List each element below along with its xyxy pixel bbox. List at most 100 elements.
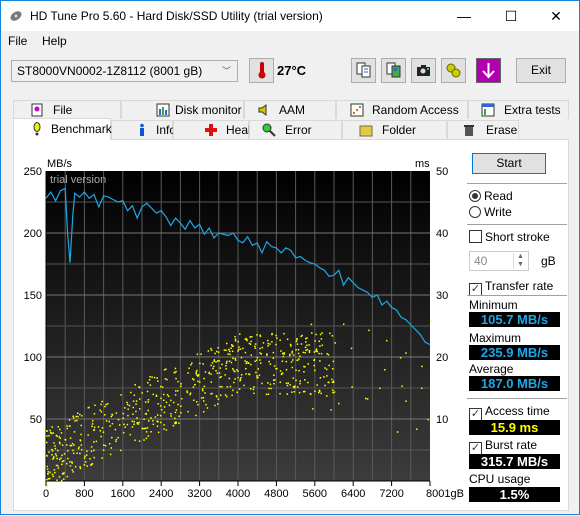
access-time-point	[57, 449, 59, 452]
access-time-point	[245, 367, 247, 370]
access-time-point	[69, 444, 71, 447]
spinner-arrows-icon[interactable]: ▲ ▼	[513, 253, 527, 269]
access-time-point	[316, 384, 318, 386]
start-button[interactable]: Start	[472, 153, 546, 174]
access-time-point	[298, 369, 300, 372]
short-stroke-spinner[interactable]: 40 ▲ ▼	[469, 251, 529, 271]
access-time-point	[51, 473, 54, 476]
access-time-point	[159, 405, 162, 407]
access-time-point	[66, 475, 69, 478]
access-time-point	[93, 413, 96, 415]
access-time-point	[160, 397, 162, 400]
access-time-point	[134, 439, 136, 442]
access-time-point	[267, 382, 269, 384]
access-time-checkbox[interactable]: ✓ Access time	[469, 404, 550, 421]
access-time-point	[134, 383, 137, 386]
access-time-point	[318, 389, 321, 392]
access-time-point	[273, 382, 275, 385]
access-time-point	[286, 338, 289, 340]
access-time-point	[197, 403, 199, 406]
access-time-point	[304, 366, 306, 368]
access-time-point	[58, 441, 61, 444]
access-time-point	[259, 347, 261, 350]
access-time-point	[59, 428, 61, 431]
access-time-point	[292, 359, 294, 361]
access-time-point	[174, 394, 177, 396]
access-time-point	[176, 390, 179, 392]
access-time-point	[248, 362, 250, 364]
access-time-point	[281, 360, 284, 362]
access-time-point	[319, 360, 321, 362]
tab-benchmark[interactable]: Benchmark	[13, 118, 112, 140]
access-time-point	[240, 374, 243, 376]
access-time-point	[65, 444, 68, 446]
access-time-point	[311, 332, 313, 334]
access-time-point	[230, 347, 232, 350]
access-time-point	[302, 351, 305, 354]
access-time-point	[232, 345, 234, 348]
access-time-point	[60, 457, 62, 459]
access-time-point	[213, 359, 216, 361]
access-time-point	[180, 411, 182, 414]
access-time-point	[77, 415, 79, 418]
access-time-point	[292, 354, 295, 356]
access-time-point	[143, 439, 145, 441]
access-time-point	[139, 408, 141, 410]
transfer-rate-checkbox[interactable]: ✓ Transfer rate	[469, 279, 553, 296]
access-time-point	[296, 386, 299, 388]
access-time-point	[267, 393, 270, 395]
access-time-point	[159, 414, 162, 417]
access-time-point	[57, 467, 60, 469]
access-time-point	[90, 450, 93, 453]
access-time-point	[275, 343, 277, 346]
access-time-point	[227, 353, 229, 355]
access-time-point	[385, 339, 388, 342]
access-time-point	[420, 387, 423, 390]
access-time-point	[202, 363, 204, 365]
access-time-point	[429, 320, 432, 323]
access-time-point	[208, 371, 211, 374]
access-time-point	[97, 426, 100, 428]
access-time-point	[276, 337, 278, 339]
access-time-point	[248, 373, 251, 376]
x-tick-label: 2400	[149, 488, 173, 500]
access-time-point	[110, 415, 113, 418]
y-tick-label: 200	[24, 228, 42, 240]
access-time-point	[315, 349, 318, 352]
access-time-point	[281, 372, 284, 374]
access-time-point	[162, 399, 165, 402]
write-radio[interactable]: Write	[469, 205, 512, 219]
access-time-point	[104, 444, 107, 447]
access-time-point	[323, 376, 325, 378]
access-time-point	[228, 377, 231, 380]
y-tick-label: 250	[24, 166, 42, 178]
access-time-point	[286, 393, 289, 395]
access-time-point	[102, 431, 105, 433]
access-time-point	[331, 367, 334, 370]
access-time-point	[321, 344, 324, 347]
access-time-point	[329, 332, 331, 335]
access-time-point	[275, 368, 277, 370]
access-time-point	[219, 394, 222, 397]
access-time-point	[215, 370, 217, 372]
access-time-point	[154, 416, 157, 418]
access-time-point	[109, 453, 112, 456]
read-radio[interactable]: Read	[469, 189, 513, 203]
access-time-point	[163, 428, 165, 430]
access-time-point	[135, 403, 137, 405]
short-stroke-checkbox[interactable]: Short stroke	[469, 230, 550, 244]
access-time-point	[124, 426, 126, 428]
access-time-point	[76, 412, 79, 414]
burst-rate-checkbox[interactable]: ✓ Burst rate	[469, 438, 537, 455]
average-value: 187.0 MB/s	[469, 376, 560, 391]
access-time-point	[254, 360, 256, 363]
access-time-point	[309, 392, 312, 395]
y-axis-label: MB/s	[47, 158, 73, 170]
access-time-point	[148, 420, 150, 422]
access-time-point	[401, 385, 403, 387]
access-time-point	[47, 478, 50, 480]
access-time-point	[308, 344, 310, 346]
x-tick-label: 5600	[303, 488, 327, 500]
tab-label: Benchmark	[51, 122, 112, 136]
access-time-point	[59, 437, 61, 439]
